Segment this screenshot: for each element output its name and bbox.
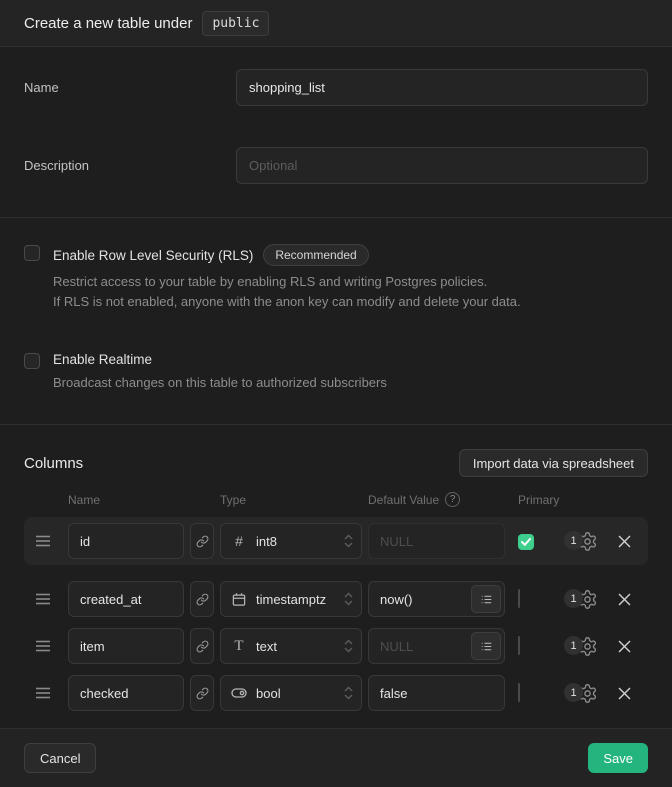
basic-fields-section: Name Description bbox=[0, 47, 672, 218]
column-type-select[interactable]: bool bbox=[220, 675, 362, 711]
header-default-value: Default Value bbox=[368, 493, 439, 507]
header-primary: Primary bbox=[518, 493, 559, 507]
column-type-select[interactable]: timestamptz bbox=[220, 581, 362, 617]
drag-handle-icon[interactable] bbox=[24, 593, 68, 605]
list-icon bbox=[480, 593, 493, 606]
column-settings-button[interactable]: 1 bbox=[564, 681, 598, 705]
column-settings-button[interactable]: 1 bbox=[564, 634, 598, 658]
realtime-block: Enable Realtime Broadcast changes on thi… bbox=[24, 352, 648, 393]
column-name-input[interactable] bbox=[68, 523, 184, 559]
type-icon: T bbox=[231, 638, 247, 655]
column-name-input[interactable] bbox=[68, 675, 184, 711]
save-button[interactable]: Save bbox=[588, 743, 648, 773]
primary-checkbox[interactable] bbox=[518, 636, 520, 655]
list-icon bbox=[480, 640, 493, 653]
table-name-input[interactable] bbox=[236, 69, 648, 106]
drag-handle-icon[interactable] bbox=[24, 535, 68, 547]
drag-handle-icon[interactable] bbox=[24, 687, 68, 699]
default-value-input[interactable] bbox=[368, 523, 505, 559]
foreign-key-link-icon[interactable] bbox=[190, 628, 214, 664]
options-section: Enable Row Level Security (RLS) Recommen… bbox=[0, 218, 672, 425]
column-type-select[interactable]: # int8 bbox=[220, 523, 362, 559]
hash-icon: # bbox=[231, 533, 247, 549]
create-table-dialog: Create a new table under public Name Des… bbox=[0, 0, 672, 787]
header-name: Name bbox=[68, 493, 220, 507]
close-icon bbox=[618, 687, 631, 700]
column-settings-button[interactable]: 1 bbox=[564, 587, 598, 611]
name-label: Name bbox=[24, 69, 236, 95]
chevron-updown-icon bbox=[344, 534, 353, 548]
help-icon[interactable]: ? bbox=[445, 492, 460, 507]
close-icon bbox=[618, 593, 631, 606]
primary-checkbox[interactable] bbox=[518, 534, 534, 550]
rls-description: Restrict access to your table by enablin… bbox=[53, 272, 521, 312]
default-suggestions-button[interactable] bbox=[471, 585, 501, 613]
settings-count-badge: 1 bbox=[564, 636, 583, 655]
columns-header-row: Name Type Default Value ? Primary bbox=[24, 492, 648, 507]
header-type: Type bbox=[220, 493, 368, 507]
columns-heading: Columns bbox=[24, 455, 83, 472]
table-description-input[interactable] bbox=[236, 147, 648, 184]
remove-column-button[interactable] bbox=[614, 636, 634, 656]
toggle-icon bbox=[231, 685, 247, 701]
description-label: Description bbox=[24, 147, 236, 173]
check-icon bbox=[521, 538, 531, 546]
realtime-label: Enable Realtime bbox=[53, 352, 152, 367]
remove-column-button[interactable] bbox=[614, 531, 634, 551]
chevron-updown-icon bbox=[344, 686, 353, 700]
dialog-footer: Cancel Save bbox=[0, 728, 672, 787]
settings-count-badge: 1 bbox=[564, 589, 583, 608]
foreign-key-link-icon[interactable] bbox=[190, 523, 214, 559]
remove-column-button[interactable] bbox=[614, 683, 634, 703]
column-name-input[interactable] bbox=[68, 628, 184, 664]
chevron-updown-icon bbox=[344, 592, 353, 606]
foreign-key-link-icon[interactable] bbox=[190, 581, 214, 617]
settings-count-badge: 1 bbox=[564, 531, 583, 550]
rls-block: Enable Row Level Security (RLS) Recommen… bbox=[24, 244, 648, 312]
calendar-icon bbox=[231, 592, 247, 607]
default-suggestions-button[interactable] bbox=[471, 632, 501, 660]
primary-checkbox[interactable] bbox=[518, 683, 520, 702]
default-value-input[interactable] bbox=[368, 675, 505, 711]
chevron-updown-icon bbox=[344, 639, 353, 653]
dialog-header: Create a new table under public bbox=[0, 0, 672, 47]
import-spreadsheet-button[interactable]: Import data via spreadsheet bbox=[459, 449, 648, 477]
rls-checkbox[interactable] bbox=[24, 245, 40, 261]
column-row-item: T text 1 bbox=[24, 624, 648, 668]
description-field-row: Description bbox=[24, 147, 648, 184]
foreign-key-link-icon[interactable] bbox=[190, 675, 214, 711]
close-icon bbox=[618, 535, 631, 548]
rls-label: Enable Row Level Security (RLS) bbox=[53, 248, 253, 263]
drag-handle-icon[interactable] bbox=[24, 640, 68, 652]
column-row-created-at: timestamptz 1 bbox=[24, 577, 648, 621]
schema-badge: public bbox=[202, 11, 269, 36]
column-row-checked: bool 1 bbox=[24, 671, 648, 715]
name-field-row: Name bbox=[24, 69, 648, 106]
remove-column-button[interactable] bbox=[614, 589, 634, 609]
realtime-description: Broadcast changes on this table to autho… bbox=[53, 373, 387, 393]
close-icon bbox=[618, 640, 631, 653]
settings-count-badge: 1 bbox=[564, 683, 583, 702]
columns-section: Columns Import data via spreadsheet Name… bbox=[0, 425, 672, 728]
dialog-title: Create a new table under bbox=[24, 15, 192, 32]
column-settings-button[interactable]: 1 bbox=[564, 529, 598, 553]
cancel-button[interactable]: Cancel bbox=[24, 743, 96, 773]
column-type-select[interactable]: T text bbox=[220, 628, 362, 664]
column-row-id: # int8 1 bbox=[24, 517, 648, 565]
column-name-input[interactable] bbox=[68, 581, 184, 617]
recommended-badge: Recommended bbox=[263, 244, 368, 266]
primary-checkbox[interactable] bbox=[518, 589, 520, 608]
realtime-checkbox[interactable] bbox=[24, 353, 40, 369]
